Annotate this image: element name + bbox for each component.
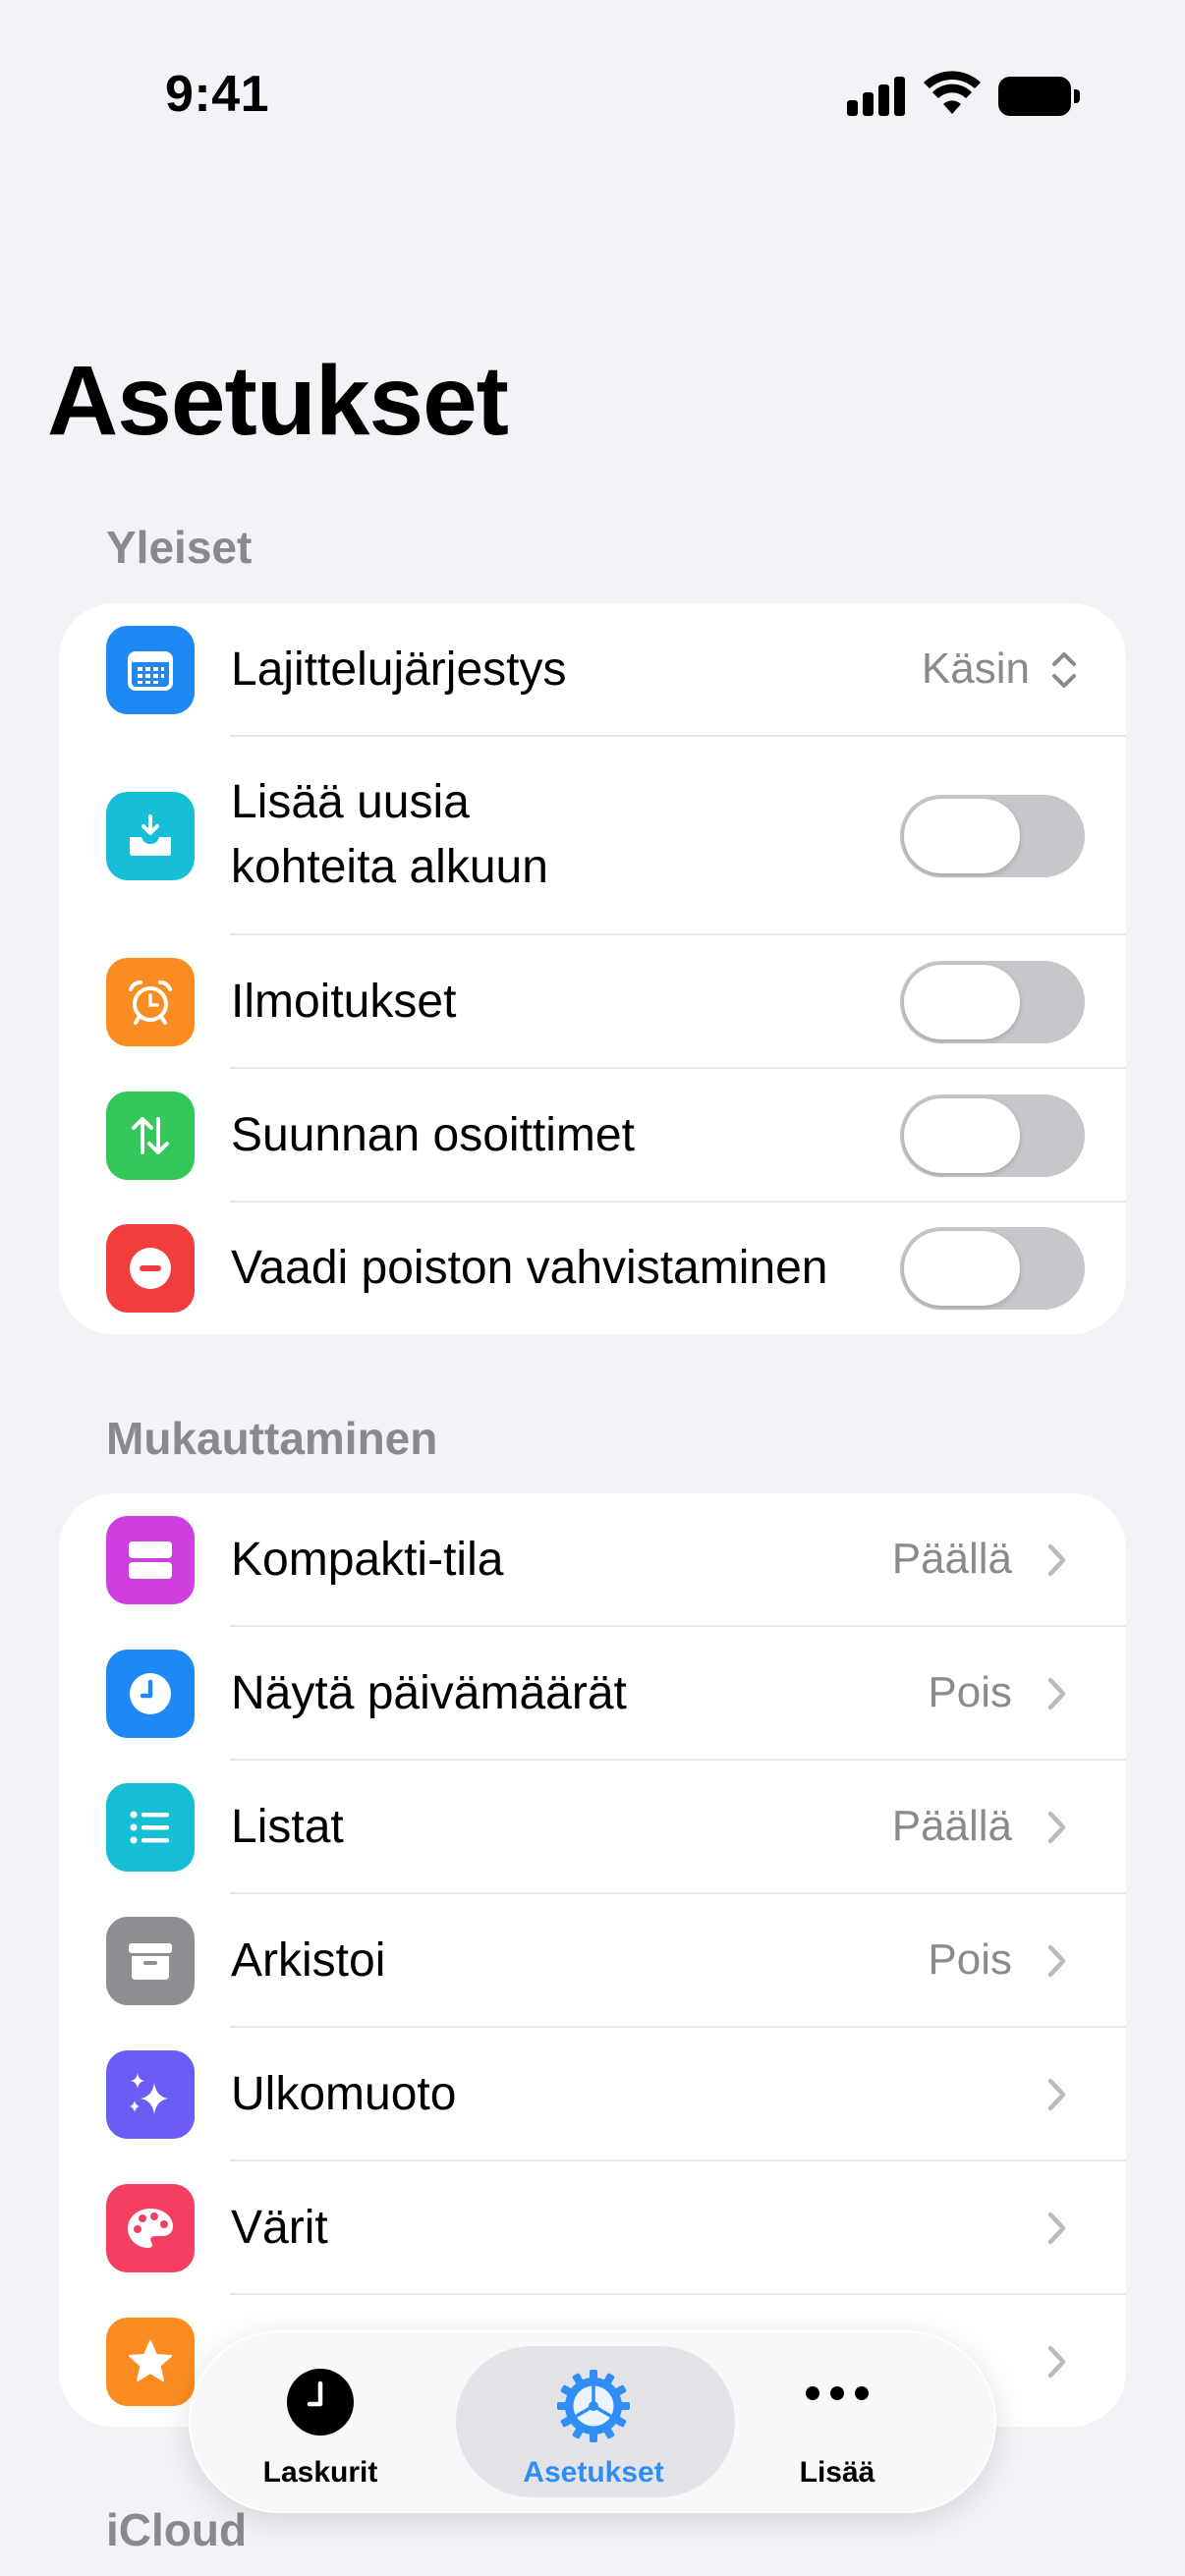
direction-indicators-toggle[interactable] [900,1094,1085,1177]
customization-card: Kompakti-tila Päällä Näytä päivämäärät P… [59,1493,1126,2427]
tab-asetukset[interactable]: Asetukset [466,2330,721,2513]
palette-icon [106,2184,195,2272]
tab-label-lisaa: Lisää [799,2456,875,2489]
general-settings-card: Lajittelujärjestys Käsin Lisää uusia koh… [59,603,1126,1334]
notifications-toggle[interactable] [900,961,1085,1043]
chevron-right-icon [1047,2345,1066,2379]
chevron-right-icon [1047,1944,1066,1978]
section-header-general: Yleiset [106,522,253,573]
sort-order-label: Lajittelujärjestys [231,644,567,696]
archive-label: Arkistoi [231,1934,386,1987]
settings-screen: 9:41 Asetukset Yleiset Lajittelujärjesty… [0,0,1185,2576]
tab-label-asetukset: Asetukset [523,2456,664,2489]
section-header-customization: Mukauttaminen [106,1413,438,1464]
tab-label-laskurit: Laskurit [262,2456,378,2489]
confirm-delete-toggle[interactable] [900,1227,1085,1310]
chevron-right-icon [1047,1677,1066,1710]
appearance-label: Ulkomuoto [231,2068,457,2120]
ellipsis-icon [806,2386,869,2400]
archive-box-icon [106,1917,195,2005]
status-time: 9:41 [165,66,270,123]
up-down-chevron-icon [1052,652,1076,688]
notifications-label: Ilmoitukset [231,976,457,1028]
compact-rows-icon [106,1516,195,1604]
lists-row[interactable]: Listat Päällä [59,1761,1126,1894]
archive-value: Pois [928,1935,1012,1984]
tray-download-icon [106,792,195,880]
chevron-right-icon [1047,2078,1066,2111]
list-icon [106,1783,195,1872]
alarm-clock-icon [106,958,195,1046]
appearance-row[interactable]: Ulkomuoto [59,2028,1126,2161]
chevron-right-icon [1047,2212,1066,2245]
direction-indicators-label: Suunnan osoittimet [231,1109,635,1161]
add-to-top-toggle[interactable] [900,795,1085,877]
colors-label: Värit [231,2202,328,2254]
wifi-icon [924,71,981,114]
show-dates-label: Näytä päivämäärät [231,1667,627,1719]
show-dates-value: Pois [928,1668,1012,1716]
minus-circle-icon [106,1224,195,1313]
add-to-top-label-line1: Lisää uusia [231,776,470,828]
confirm-delete-row: Vaadi poiston vahvistaminen [59,1203,1126,1334]
clock-icon [106,1650,195,1738]
cellular-signal-icon [847,77,906,116]
status-bar: 9:41 [0,0,1185,196]
gear-icon [557,2370,630,2442]
confirm-delete-label: Vaadi poiston vahvistaminen [231,1242,828,1294]
colors-row[interactable]: Värit [59,2161,1126,2295]
sparkles-icon [106,2050,195,2139]
notifications-row: Ilmoitukset [59,935,1126,1069]
direction-indicators-row: Suunnan osoittimet [59,1069,1126,1203]
archive-row[interactable]: Arkistoi Pois [59,1894,1126,2028]
page-title: Asetukset [47,346,509,456]
compact-mode-value: Päällä [891,1535,1012,1583]
chevron-right-icon [1047,1811,1066,1844]
chevron-right-icon [1047,1543,1066,1577]
star-icon [106,2318,195,2406]
tab-bar: Laskurit Asetukset Lisää [189,2330,996,2513]
compact-mode-label: Kompakti-tila [231,1534,504,1586]
clock-filled-icon [287,2369,354,2436]
tab-laskurit[interactable]: Laskurit [193,2330,448,2513]
lists-label: Listat [231,1801,344,1853]
battery-icon [998,77,1081,116]
tab-lisaa[interactable]: Lisää [709,2330,965,2513]
lists-value: Päällä [891,1802,1012,1850]
sort-order-row[interactable]: Lajittelujärjestys Käsin [59,603,1126,737]
sort-order-value: Käsin [921,644,1030,693]
compact-mode-row[interactable]: Kompakti-tila Päällä [59,1493,1126,1627]
calendar-grid-icon [106,626,195,714]
add-to-top-row: Lisää uusia kohteita alkuun [59,737,1126,935]
add-to-top-label-line2: kohteita alkuun [231,841,548,893]
show-dates-row[interactable]: Näytä päivämäärät Pois [59,1627,1126,1761]
up-down-arrows-icon [106,1092,195,1180]
